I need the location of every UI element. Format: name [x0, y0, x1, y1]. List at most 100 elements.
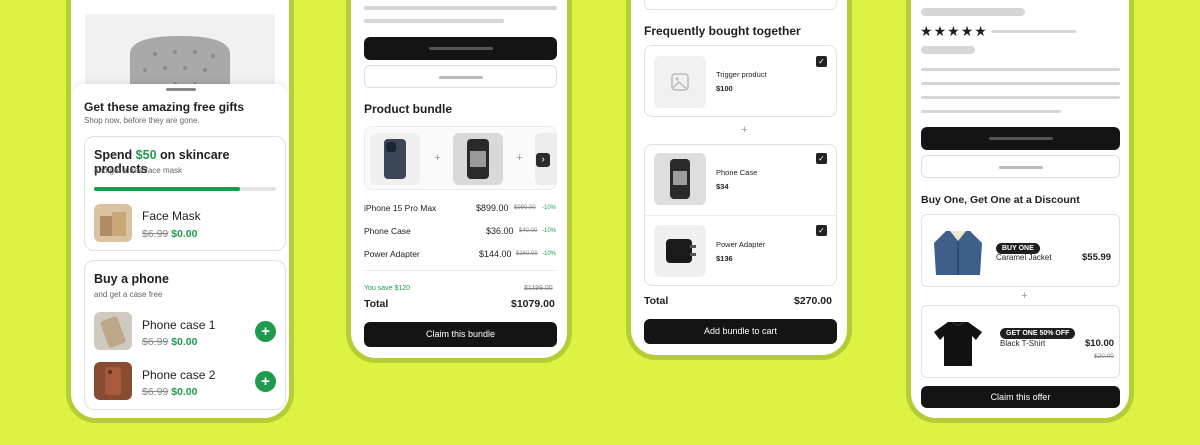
phone-case-2-thumb	[94, 362, 132, 400]
button-label-placeholder	[428, 47, 493, 50]
item-price: $55.99	[1082, 252, 1112, 263]
bundle-row: Power Adapter $144.00 $160.00 -10%	[364, 249, 557, 259]
phone-case-1-thumb	[94, 312, 132, 350]
sheet-title: Get these amazing free gifts	[84, 100, 245, 114]
star-icon: ★	[920, 23, 934, 39]
iphone-icon	[384, 139, 406, 179]
star-icon: ★	[960, 23, 975, 39]
star-icon: ★	[974, 23, 988, 39]
offer-subtitle: and get a free face mask	[94, 166, 183, 175]
bundle-item-card: Trigger product $100 ✓	[644, 45, 837, 117]
bundle-items-card: Phone Case $34 ✓ Power Adapter $136 ✓	[644, 144, 837, 286]
section-title: Product bundle	[364, 102, 452, 116]
bundle-row: iPhone 15 Pro Max $899.00 $990.00 -10%	[364, 203, 557, 213]
item-checkbox[interactable]: ✓	[816, 56, 827, 67]
plus-icon: +	[261, 373, 270, 390]
item-price: $100	[716, 84, 733, 93]
placeholder-line	[921, 8, 1025, 16]
tshirt-thumb	[928, 312, 988, 372]
phone-case-icon	[467, 139, 489, 179]
item-checkbox[interactable]: ✓	[816, 225, 827, 236]
offer-subtitle: and get a case free	[94, 290, 163, 299]
claim-bundle-button[interactable]: Claim this bundle	[364, 322, 557, 347]
claim-offer-button[interactable]: Claim this offer	[921, 386, 1120, 408]
phone-frequently-bought: Frequently bought together Trigger produ…	[626, 0, 852, 360]
section-title: Frequently bought together	[644, 24, 801, 38]
plus-icon: +	[261, 323, 270, 340]
button-label-placeholder	[998, 166, 1043, 169]
chevron-right-icon: ›	[541, 154, 545, 165]
iphone-thumb	[370, 133, 420, 185]
jacket-thumb	[928, 221, 988, 281]
image-placeholder-icon	[671, 73, 689, 91]
item-name: Phone case 2	[142, 368, 216, 382]
phone-free-gifts: Get these amazing free gifts Shop now, b…	[66, 0, 294, 423]
item-name: Phone Case	[716, 168, 758, 177]
add-phone-case-2-button[interactable]: +	[255, 371, 276, 392]
plus-icon: +	[1021, 290, 1028, 302]
face-mask-thumb	[94, 204, 132, 242]
carousel-next-button[interactable]: ›	[536, 153, 550, 167]
bundle-row: Phone Case $36.00 $40.00 -10%	[364, 226, 557, 236]
primary-button-placeholder[interactable]	[364, 37, 557, 60]
plus-icon: +	[434, 152, 441, 164]
jacket-icon	[934, 231, 982, 275]
placeholder-line	[921, 110, 1061, 113]
offer-card-skincare: Spend $50 on skincare products and get a…	[84, 136, 286, 251]
placeholder-line	[921, 82, 1120, 85]
section-title: Buy One, Get One at a Discount	[921, 194, 1080, 206]
tshirt-icon	[934, 321, 982, 366]
rating-stars: ★★★★★	[920, 23, 988, 40]
item-price: $10.00	[1085, 338, 1115, 349]
plus-icon: +	[516, 152, 523, 164]
phone-case-icon	[100, 316, 126, 348]
savings-old-total: $1199.00	[524, 285, 553, 292]
savings-text: You save $120	[364, 285, 411, 292]
sheet-handle[interactable]	[166, 88, 196, 91]
item-price: $34	[716, 182, 729, 191]
item-name: Phone case 1	[142, 318, 216, 332]
divider	[645, 215, 836, 216]
item-name: Trigger product	[716, 70, 767, 79]
adapter-thumb	[654, 225, 706, 277]
total-label: Total	[364, 298, 389, 310]
offer-title: Buy a phone	[94, 272, 170, 286]
item-name: Black T-Shirt	[1000, 339, 1046, 348]
item-name: Caramel Jacket	[996, 253, 1052, 262]
sheet-subtitle: Shop now, before they are gone.	[84, 116, 200, 125]
phone-case-thumb	[453, 133, 503, 185]
item-price: $136	[716, 254, 733, 263]
divider	[364, 270, 557, 271]
phone-case-icon	[105, 367, 121, 395]
offer-tag: GET ONE 50% OFF	[1000, 322, 1076, 340]
add-bundle-to-cart-button[interactable]: Add bundle to cart	[644, 319, 837, 344]
item-name: Face Mask	[142, 209, 201, 223]
get-one-card: GET ONE 50% OFF Black T-Shirt $10.00 $20…	[921, 305, 1120, 378]
secondary-button-placeholder[interactable]	[364, 65, 557, 88]
item-price: $6.99 $0.00	[142, 386, 198, 398]
item-old-price: $20.00	[1094, 353, 1114, 360]
placeholder-thumb	[654, 56, 706, 108]
item-price: $6.99 $0.00	[142, 336, 198, 348]
face-mask-icon	[100, 212, 126, 236]
placeholder-line	[921, 96, 1120, 99]
placeholder-line	[364, 19, 504, 23]
phone-case-icon	[670, 159, 690, 199]
phone-product-bundle: Product bundle + + › iPhone 15 Pro Max $…	[346, 0, 572, 363]
secondary-button-placeholder[interactable]	[921, 155, 1120, 178]
total-value: $1079.00	[511, 298, 555, 310]
top-button-remnant[interactable]	[644, 0, 837, 10]
plus-icon: +	[741, 124, 748, 136]
progress-track	[94, 187, 276, 191]
total-value: $270.00	[794, 295, 832, 307]
bottom-sheet: Get these amazing free gifts Shop now, b…	[71, 84, 289, 418]
offer-card-phone: Buy a phone and get a case free Phone ca…	[84, 260, 286, 410]
item-name: Power Adapter	[716, 240, 766, 249]
placeholder-line	[364, 6, 557, 10]
phone-case-thumb	[654, 153, 706, 205]
item-checkbox[interactable]: ✓	[816, 153, 827, 164]
placeholder-line	[921, 68, 1120, 71]
power-adapter-icon	[666, 239, 696, 263]
primary-button-placeholder[interactable]	[921, 127, 1120, 150]
add-phone-case-1-button[interactable]: +	[255, 321, 276, 342]
